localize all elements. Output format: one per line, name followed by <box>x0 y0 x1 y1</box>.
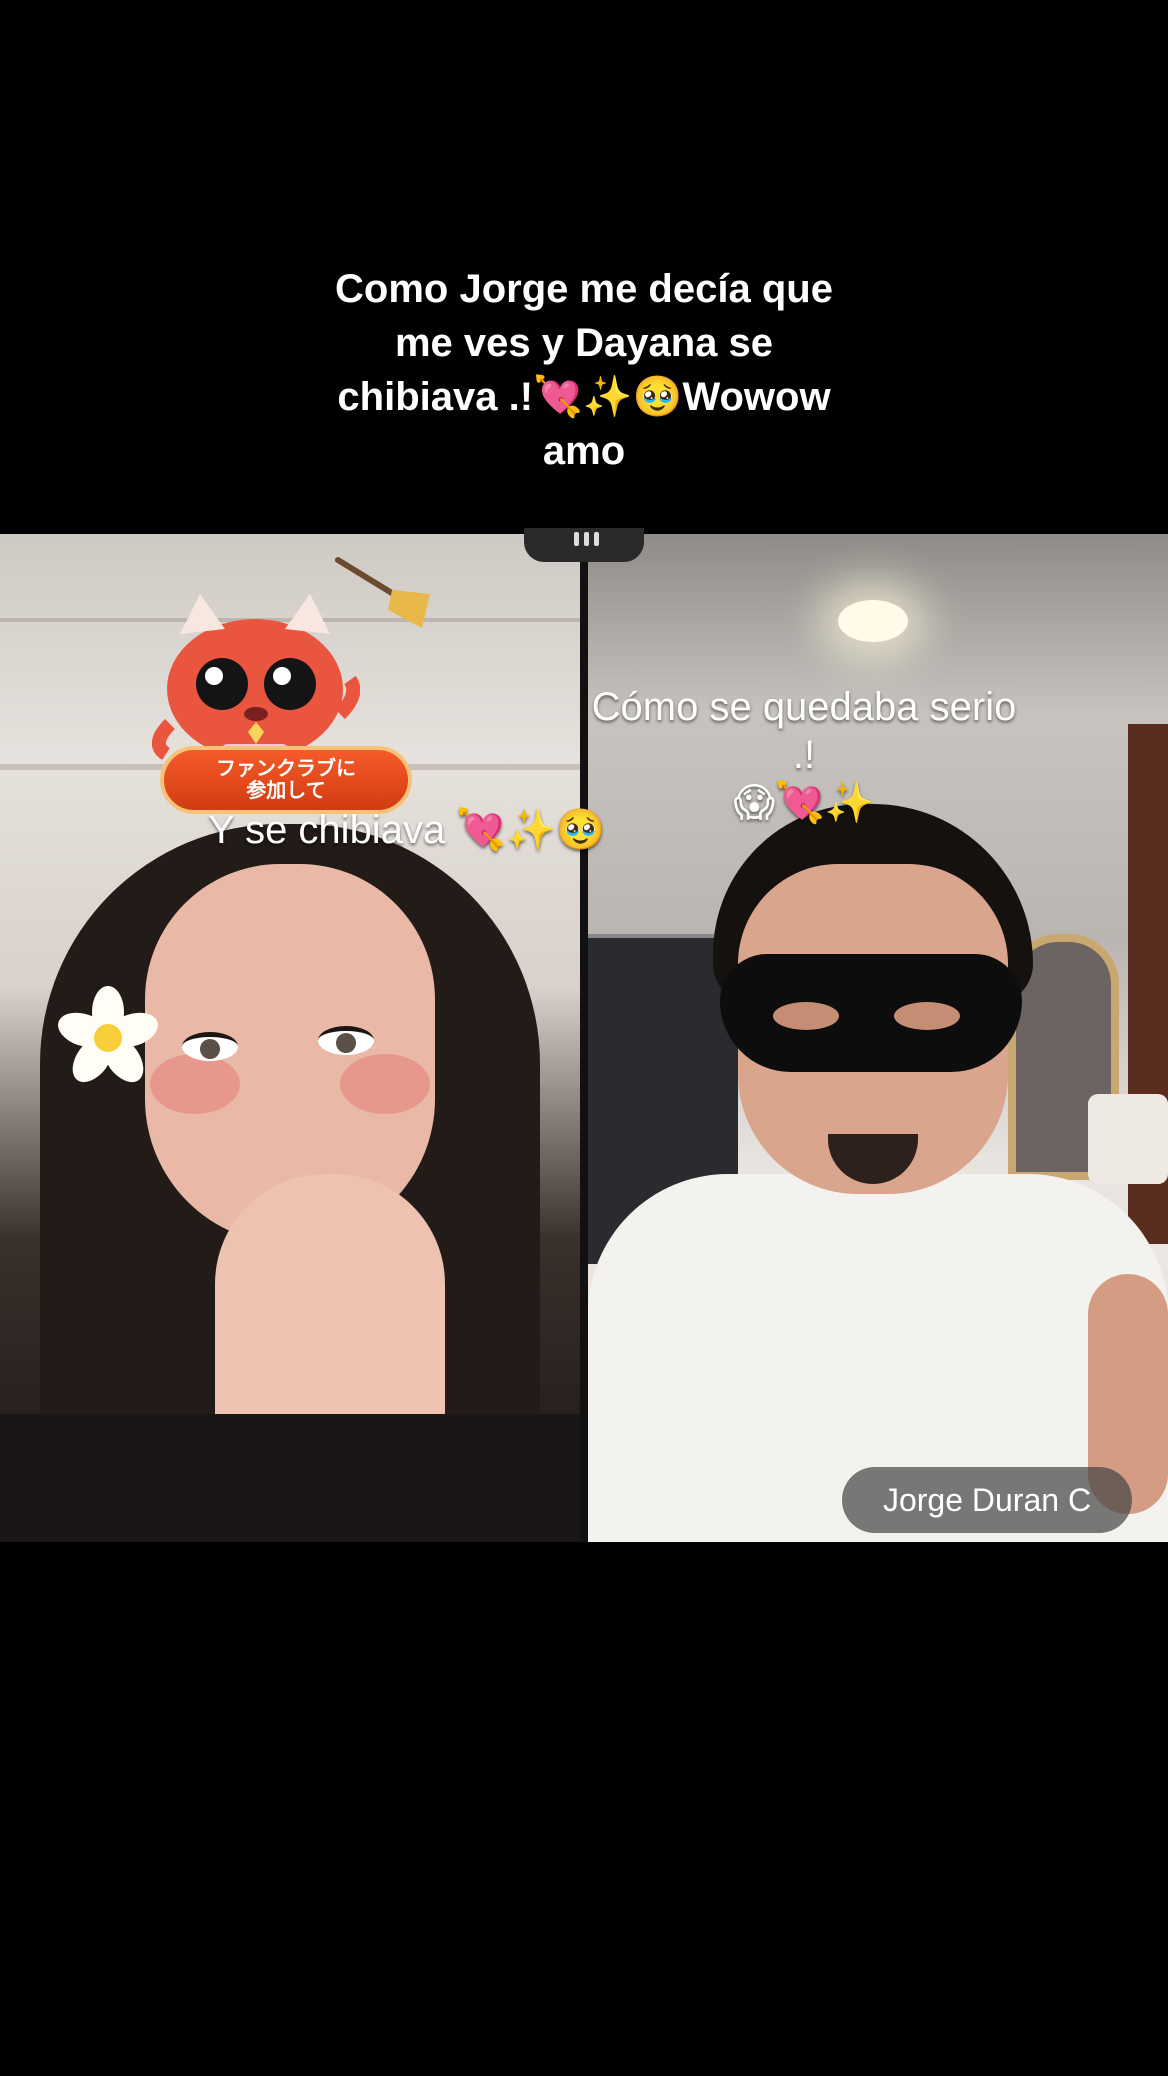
right-overlay-text: Cómo se quedaba serio .! 😱💘✨ <box>578 683 1030 827</box>
ceiling-lamp <box>838 600 908 642</box>
blush <box>340 1054 430 1114</box>
plumeria-flower-icon <box>58 986 158 1083</box>
caption-line: me ves y Dayana se <box>394 321 774 365</box>
eye <box>318 1026 374 1055</box>
handle-bar <box>584 532 589 546</box>
eye <box>182 1032 238 1061</box>
caption-line: amo <box>542 429 626 473</box>
mask-eye-hole <box>773 1002 839 1030</box>
split-drag-handle[interactable] <box>524 528 644 562</box>
blush <box>150 1054 240 1114</box>
video-caption: Como Jorge me decía que me ves y Dayana … <box>234 262 934 478</box>
handle-bar <box>574 532 579 546</box>
fanclub-join-button[interactable]: ファンクラブに 参加して <box>160 746 412 814</box>
left-overlay-text: Y se chibiava 💘✨🥹 <box>208 808 606 852</box>
woman-shirt <box>0 1414 580 1542</box>
left-video-panel[interactable]: ファンクラブに 参加して <box>0 534 580 1542</box>
handle-bar <box>594 532 599 546</box>
fanclub-badge-line2: 参加して <box>246 780 326 802</box>
cat-mascot-sticker-icon <box>152 594 360 760</box>
right-overlay-line1: Cómo se quedaba serio .! <box>591 685 1017 777</box>
fanclub-badge-line1: ファンクラブに <box>216 758 356 780</box>
caption-line: chibiava .!💘✨🥹Wowow <box>337 375 831 419</box>
user-name-tag[interactable]: Jorge Duran C <box>842 1467 1132 1533</box>
caption-line: Como Jorge me decía que <box>335 267 833 311</box>
right-overlay-line2: 😱💘✨ <box>733 781 875 825</box>
bag <box>1088 1094 1168 1184</box>
black-mask <box>720 954 1022 1072</box>
mask-eye-hole <box>894 1002 960 1030</box>
